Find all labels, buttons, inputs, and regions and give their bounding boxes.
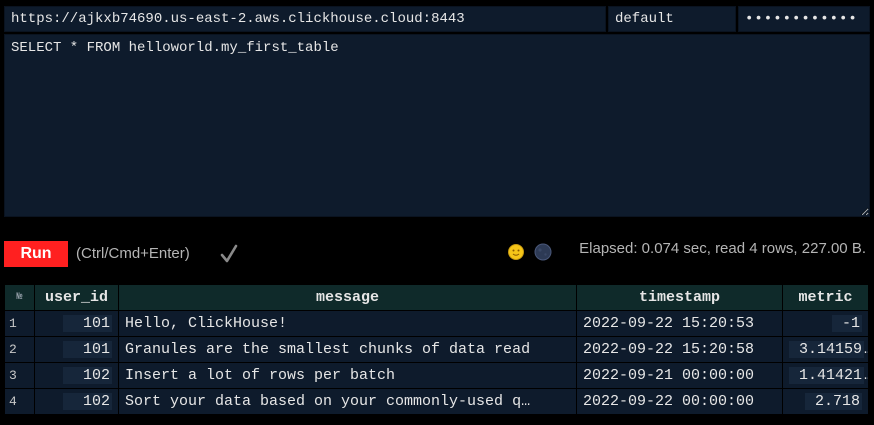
row-number: 3 bbox=[4, 362, 35, 389]
cell-timestamp: 2022-09-22 00:00:00 bbox=[576, 388, 783, 415]
results-table: № user_id message timestamp metric 1 101… bbox=[4, 284, 869, 415]
column-header-timestamp[interactable]: timestamp bbox=[576, 284, 783, 311]
toolbar: Run (Ctrl/Cmd+Enter) Elapsed: 0.074 sec,… bbox=[4, 240, 870, 268]
cell-timestamp: 2022-09-21 00:00:00 bbox=[576, 362, 783, 389]
row-number-header: № bbox=[4, 284, 35, 311]
sun-icon[interactable] bbox=[506, 242, 526, 262]
cell-timestamp: 2022-09-22 15:20:53 bbox=[576, 310, 783, 337]
column-header-metric[interactable]: metric bbox=[782, 284, 869, 311]
cell-metric-value: 2.718 bbox=[804, 393, 862, 410]
cell-user-id: 102 bbox=[34, 388, 119, 415]
check-icon bbox=[220, 244, 238, 263]
user-input[interactable] bbox=[608, 6, 736, 32]
column-header-message[interactable]: message bbox=[118, 284, 577, 311]
cell-metric: 3.14159 bbox=[782, 336, 869, 363]
cell-user-id-value: 101 bbox=[62, 341, 112, 358]
run-shortcut-hint: (Ctrl/Cmd+Enter) bbox=[76, 245, 190, 262]
cell-user-id: 101 bbox=[34, 336, 119, 363]
row-number: 2 bbox=[4, 336, 35, 363]
results-header-row: № user_id message timestamp metric bbox=[4, 284, 869, 311]
cell-metric: 1.41421 bbox=[782, 362, 869, 389]
cell-user-id-value: 102 bbox=[62, 367, 112, 384]
query-stats: Elapsed: 0.074 sec, read 4 rows, 227.00 … bbox=[579, 240, 866, 257]
cell-metric-value: -1 bbox=[831, 315, 862, 332]
run-button[interactable]: Run bbox=[4, 241, 68, 267]
cell-user-id-value: 101 bbox=[62, 315, 112, 332]
cell-user-id: 102 bbox=[34, 362, 119, 389]
row-number: 1 bbox=[4, 310, 35, 337]
cell-metric: -1 bbox=[782, 310, 869, 337]
connection-bar bbox=[4, 6, 870, 32]
cell-message: Insert a lot of rows per batch bbox=[118, 362, 577, 389]
cell-message: Hello, ClickHouse! bbox=[118, 310, 577, 337]
url-input[interactable] bbox=[4, 6, 606, 32]
moon-icon[interactable] bbox=[533, 242, 553, 262]
cell-timestamp: 2022-09-22 15:20:58 bbox=[576, 336, 783, 363]
cell-user-id: 101 bbox=[34, 310, 119, 337]
cell-metric-value: 1.41421 bbox=[789, 367, 865, 384]
table-row: 1 101 Hello, ClickHouse! 2022-09-22 15:2… bbox=[4, 310, 869, 337]
row-number: 4 bbox=[4, 388, 35, 415]
cell-metric: 2.718 bbox=[782, 388, 869, 415]
cell-message: Granules are the smallest chunks of data… bbox=[118, 336, 577, 363]
cell-message: Sort your data based on your commonly-us… bbox=[118, 388, 577, 415]
cell-metric-value: 3.14159 bbox=[789, 341, 865, 358]
query-editor[interactable]: SELECT * FROM helloworld.my_first_table bbox=[4, 34, 870, 217]
cell-user-id-value: 102 bbox=[62, 393, 112, 410]
password-input[interactable] bbox=[738, 6, 870, 32]
table-row: 4 102 Sort your data based on your commo… bbox=[4, 388, 869, 415]
table-row: 2 101 Granules are the smallest chunks o… bbox=[4, 336, 869, 363]
table-row: 3 102 Insert a lot of rows per batch 202… bbox=[4, 362, 869, 389]
column-header-user-id[interactable]: user_id bbox=[34, 284, 119, 311]
